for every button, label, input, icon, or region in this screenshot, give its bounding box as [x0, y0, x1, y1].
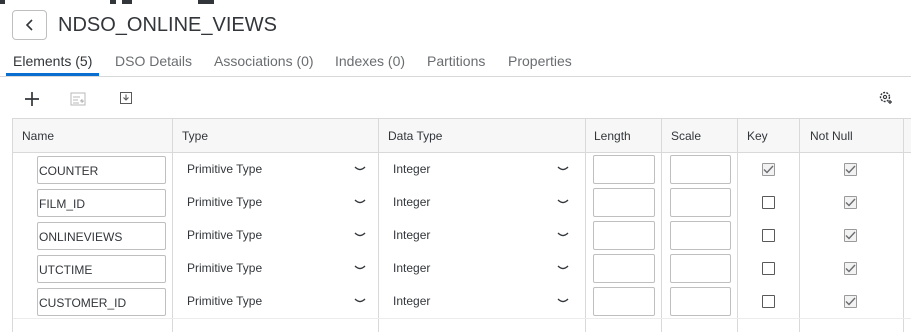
chevron-down-icon [557, 199, 569, 204]
checkmark-icon [845, 297, 856, 306]
not-null-checkbox[interactable] [844, 196, 857, 209]
key-checkbox[interactable] [762, 229, 775, 242]
table-row-empty [13, 318, 911, 332]
data-type-value: Integer [393, 261, 431, 275]
chevron-down-icon [354, 166, 366, 171]
type-value: Primitive Type [187, 162, 263, 176]
page-title: NDSO_ONLINE_VIEWS [58, 13, 277, 36]
add-element-button[interactable] [20, 89, 44, 109]
import-icon [120, 92, 132, 104]
data-type-value: Integer [393, 294, 431, 308]
table-header: Name Type Data Type Length Scale Key Not… [13, 119, 911, 153]
back-button[interactable] [12, 10, 47, 40]
data-type-select[interactable]: Integer [393, 288, 575, 316]
type-select[interactable]: Primitive Type [187, 156, 369, 184]
chevron-down-icon [354, 298, 366, 303]
settings-icon [879, 91, 892, 104]
active-tab-indicator [6, 73, 99, 76]
length-input[interactable] [593, 155, 655, 184]
top-partial-bar [0, 0, 911, 5]
tab-dso-details[interactable]: DSO Details [115, 53, 192, 69]
column-header-not-null[interactable]: Not Null [810, 129, 853, 143]
data-type-select[interactable]: Integer [393, 189, 575, 217]
length-input[interactable] [593, 287, 655, 316]
checkmark-icon [845, 165, 856, 174]
key-checkbox[interactable] [762, 295, 775, 308]
chevron-down-icon [557, 265, 569, 270]
type-value: Primitive Type [187, 261, 263, 275]
scale-input[interactable] [670, 287, 731, 316]
elements-table: Name Type Data Type Length Scale Key Not… [12, 118, 911, 332]
edit-elements-button[interactable] [66, 89, 90, 109]
length-input[interactable] [593, 221, 655, 250]
column-header-key[interactable]: Key [747, 129, 768, 143]
key-checkbox[interactable] [762, 262, 775, 275]
toolbar [0, 84, 911, 114]
tab-indexes[interactable]: Indexes (0) [335, 53, 405, 69]
length-input[interactable] [593, 188, 655, 217]
chevron-down-icon [557, 298, 569, 303]
edit-list-icon [70, 92, 86, 106]
data-type-value: Integer [393, 228, 431, 242]
tab-associations[interactable]: Associations (0) [214, 53, 314, 69]
chevron-down-icon [354, 232, 366, 237]
not-null-checkbox[interactable] [844, 262, 857, 275]
settings-button[interactable] [876, 88, 896, 108]
tab-bar: Elements (5) DSO Details Associations (0… [0, 50, 911, 77]
type-select[interactable]: Primitive Type [187, 189, 369, 217]
not-null-checkbox[interactable] [844, 295, 857, 308]
data-type-value: Integer [393, 195, 431, 209]
not-null-checkbox[interactable] [844, 163, 857, 176]
checkmark-icon [845, 231, 856, 240]
column-header-data-type[interactable]: Data Type [388, 129, 442, 143]
table-row: FILM_ID Primitive Type Integer [13, 186, 911, 219]
element-name-input[interactable]: UTCTIME [37, 255, 166, 283]
checkmark-icon [845, 198, 856, 207]
column-header-type[interactable]: Type [182, 129, 208, 143]
column-header-name[interactable]: Name [22, 129, 54, 143]
chevron-down-icon [354, 265, 366, 270]
data-type-select[interactable]: Integer [393, 255, 575, 283]
chevron-down-icon [557, 232, 569, 237]
column-header-length[interactable]: Length [594, 129, 631, 143]
data-type-value: Integer [393, 162, 431, 176]
key-checkbox[interactable] [762, 196, 775, 209]
checkmark-icon [763, 165, 774, 174]
table-row: UTCTIME Primitive Type Integer [13, 252, 911, 285]
checkmark-icon [845, 264, 856, 273]
chevron-left-icon [25, 19, 33, 31]
type-value: Primitive Type [187, 294, 263, 308]
scale-input[interactable] [670, 155, 731, 184]
column-header-scale[interactable]: Scale [671, 129, 701, 143]
type-value: Primitive Type [187, 195, 263, 209]
table-row: COUNTER Primitive Type Integer [13, 153, 911, 186]
page-header: NDSO_ONLINE_VIEWS [12, 9, 277, 41]
not-null-checkbox[interactable] [844, 229, 857, 242]
scale-input[interactable] [670, 188, 731, 217]
data-type-select[interactable]: Integer [393, 222, 575, 250]
data-type-select[interactable]: Integer [393, 156, 575, 184]
type-select[interactable]: Primitive Type [187, 222, 369, 250]
type-select[interactable]: Primitive Type [187, 255, 369, 283]
type-value: Primitive Type [187, 228, 263, 242]
tab-elements[interactable]: Elements (5) [13, 53, 92, 69]
element-name-input[interactable]: CUSTOMER_ID [37, 288, 166, 316]
chevron-down-icon [557, 166, 569, 171]
length-input[interactable] [593, 254, 655, 283]
element-name-input[interactable]: FILM_ID [37, 189, 166, 217]
tab-partitions[interactable]: Partitions [427, 53, 485, 69]
chevron-down-icon [354, 199, 366, 204]
scale-input[interactable] [670, 254, 731, 283]
element-name-input[interactable]: COUNTER [37, 156, 166, 184]
add-icon [25, 92, 39, 106]
type-select[interactable]: Primitive Type [187, 288, 369, 316]
table-row: ONLINEVIEWS Primitive Type Integer [13, 219, 911, 252]
import-button[interactable] [116, 89, 136, 107]
key-checkbox[interactable] [762, 163, 775, 176]
element-name-input[interactable]: ONLINEVIEWS [37, 222, 166, 250]
table-row: CUSTOMER_ID Primitive Type Integer [13, 285, 911, 318]
scale-input[interactable] [670, 221, 731, 250]
tab-properties[interactable]: Properties [508, 53, 572, 69]
